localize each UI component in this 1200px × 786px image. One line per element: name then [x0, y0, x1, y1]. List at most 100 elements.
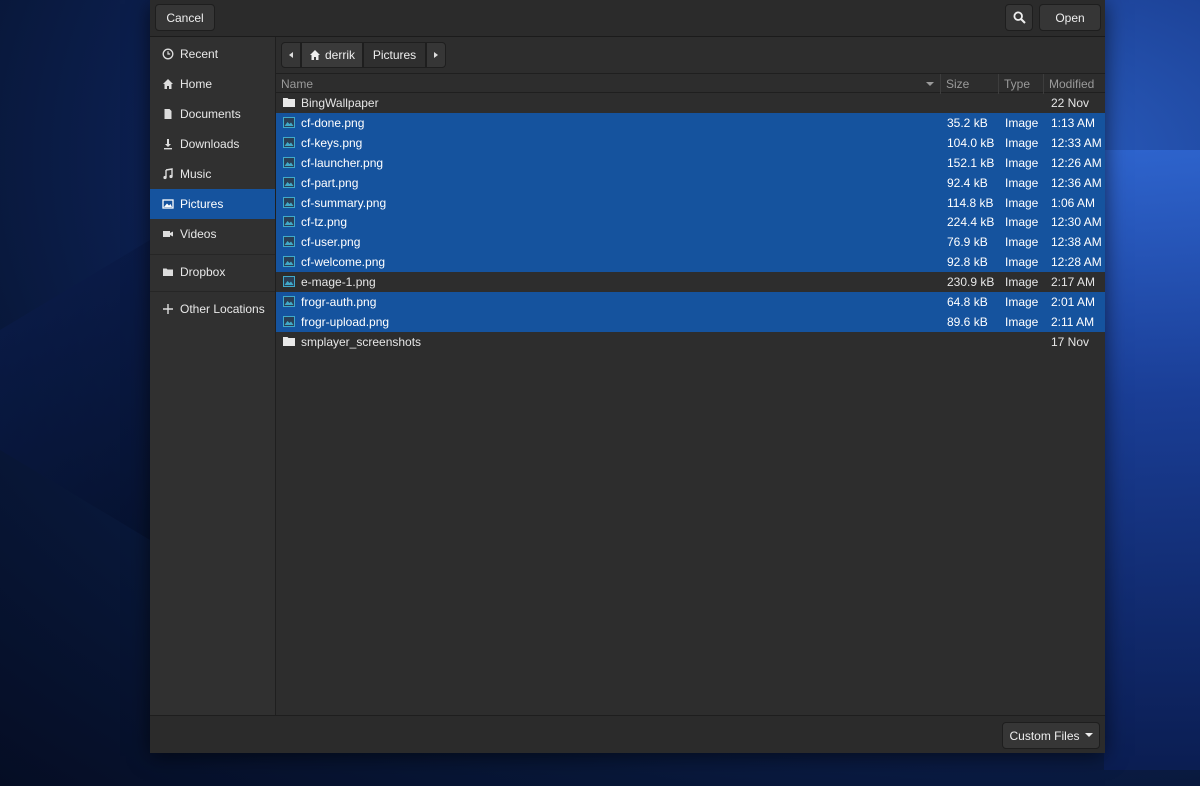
file-size: 230.9 kB: [947, 275, 995, 290]
file-size: 76.9 kB: [947, 235, 988, 250]
sidebar-item-label: Videos: [180, 227, 217, 241]
path-home-button[interactable]: derrik: [301, 42, 363, 68]
cancel-button[interactable]: Cancel: [155, 4, 215, 31]
file-size: 114.8 kB: [947, 195, 994, 210]
column-header: Name Size Type Modified: [276, 73, 1105, 94]
clock-icon: [161, 48, 174, 61]
file-row[interactable]: cf-done.png 35.2 kB Image 1:13 AM: [276, 112, 1105, 133]
chevron-down-icon: [1084, 733, 1093, 737]
sidebar-item-home[interactable]: Home: [150, 69, 275, 99]
image-file-icon: [283, 196, 295, 208]
chevron-left-icon: [289, 52, 293, 58]
video-icon: [161, 228, 174, 241]
sidebar-item-other-locations[interactable]: Other Locations: [150, 294, 275, 324]
file-row[interactable]: cf-user.png 76.9 kB Image 12:38 AM: [276, 232, 1105, 253]
image-file-icon: [283, 216, 295, 228]
file-size: 152.1 kB: [947, 155, 995, 170]
image-file-icon: [283, 176, 295, 188]
path-forward-button[interactable]: [426, 42, 446, 68]
file-size: 224.4 kB: [947, 215, 995, 230]
path-pictures-button[interactable]: Pictures: [363, 42, 426, 68]
file-type: Image: [1005, 295, 1039, 309]
folder-icon: [283, 98, 295, 107]
file-row[interactable]: cf-tz.png 224.4 kB Image 12:30 AM: [276, 212, 1105, 233]
search-button[interactable]: [1005, 4, 1033, 31]
sidebar-item-music[interactable]: Music: [150, 159, 275, 189]
file-size: 92.8 kB: [947, 255, 988, 270]
image-file-icon: [283, 156, 295, 168]
file-filter-dropdown[interactable]: Custom Files: [1002, 722, 1100, 749]
file-row[interactable]: frogr-auth.png 64.8 kB Image 2:01 AM: [276, 292, 1105, 312]
file-name: smplayer_screenshots: [301, 334, 422, 349]
file-modified: 2:11 AM: [1051, 314, 1095, 329]
sidebar-item-videos[interactable]: Videos: [150, 219, 275, 249]
file-row[interactable]: cf-welcome.png 92.8 kB Image 12:28 AM: [276, 252, 1105, 273]
file-row[interactable]: smplayer_screenshots 17 Nov: [276, 332, 1105, 352]
file-name: cf-summary.png: [301, 195, 387, 210]
sidebar-item-pictures[interactable]: Pictures: [150, 189, 275, 219]
file-name: cf-welcome.png: [301, 255, 386, 270]
file-row[interactable]: frogr-upload.png 89.6 kB Image 2:11 AM: [276, 311, 1105, 332]
file-row[interactable]: e-mage-1.png 230.9 kB Image 2:17 AM: [276, 272, 1105, 292]
column-name-header[interactable]: Name: [281, 77, 313, 91]
file-size: 64.8 kB: [947, 295, 988, 309]
file-modified: 12:33 AM: [1051, 135, 1102, 150]
column-size-header[interactable]: Size: [946, 77, 969, 91]
file-size: 92.4 kB: [947, 175, 988, 190]
sidebar-separator: [150, 254, 275, 255]
file-modified: 12:26 AM: [1051, 155, 1102, 170]
file-row[interactable]: cf-keys.png 104.0 kB Image 12:33 AM: [276, 132, 1105, 153]
file-modified: 2:17 AM: [1051, 275, 1096, 290]
sidebar-item-documents[interactable]: Documents: [150, 99, 275, 129]
file-name: frogr-auth.png: [301, 295, 377, 309]
path-back-button[interactable]: [281, 42, 301, 68]
column-type-header[interactable]: Type: [1004, 77, 1030, 91]
sidebar-separator: [150, 291, 275, 292]
file-size: 89.6 kB: [947, 314, 988, 329]
path-current-label: Pictures: [372, 48, 417, 62]
column-separator: [1043, 74, 1044, 94]
sidebar-item-label: Downloads: [180, 137, 240, 151]
file-type: Image: [1005, 135, 1039, 150]
file-row[interactable]: BingWallpaper 22 Nov: [276, 93, 1105, 113]
image-file-icon: [283, 236, 295, 248]
music-icon: [161, 168, 174, 181]
download-icon: [161, 138, 174, 151]
sidebar-item-label: Pictures: [180, 197, 224, 211]
file-type: Image: [1005, 235, 1039, 250]
file-type: Image: [1005, 155, 1039, 170]
image-file-icon: [283, 256, 295, 268]
image-file-icon: [283, 116, 295, 128]
file-modified: 1:13 AM: [1051, 115, 1096, 130]
folder-icon: [283, 336, 295, 346]
file-type: Image: [1005, 215, 1039, 230]
column-modified-header[interactable]: Modified: [1049, 77, 1094, 91]
file-modified: 17 Nov: [1051, 334, 1090, 349]
sidebar-item-recent[interactable]: Recent: [150, 39, 275, 69]
file-name: cf-launcher.png: [301, 155, 384, 170]
file-modified: 12:38 AM: [1051, 235, 1102, 250]
file-modified: 12:28 AM: [1051, 255, 1102, 270]
sort-descending-icon[interactable]: [926, 82, 934, 87]
file-modified: 12:36 AM: [1051, 175, 1102, 190]
image-file-icon: [283, 136, 295, 148]
file-size: 104.0 kB: [947, 135, 995, 150]
file-modified: 22 Nov: [1051, 96, 1090, 110]
file-name: cf-tz.png: [301, 215, 348, 230]
file-type: Image: [1005, 175, 1039, 190]
file-row[interactable]: cf-launcher.png 152.1 kB Image 12:26 AM: [276, 152, 1105, 173]
file-row[interactable]: cf-summary.png 114.8 kB Image 1:06 AM: [276, 192, 1105, 213]
file-name: cf-done.png: [301, 115, 365, 130]
file-modified: 2:01 AM: [1051, 295, 1096, 309]
document-icon: [161, 108, 174, 121]
sidebar-item-downloads[interactable]: Downloads: [150, 129, 275, 159]
sidebar-item-label: Recent: [180, 47, 219, 61]
file-row[interactable]: cf-part.png 92.4 kB Image 12:36 AM: [276, 172, 1105, 193]
file-type: Image: [1005, 255, 1039, 270]
sidebar-item-label: Home: [180, 77, 213, 91]
plus-icon: [161, 303, 174, 316]
open-button[interactable]: Open: [1039, 4, 1101, 31]
file-name: cf-user.png: [301, 235, 361, 250]
sidebar-item-dropbox[interactable]: Dropbox: [150, 257, 275, 287]
folder-icon: [161, 266, 174, 279]
